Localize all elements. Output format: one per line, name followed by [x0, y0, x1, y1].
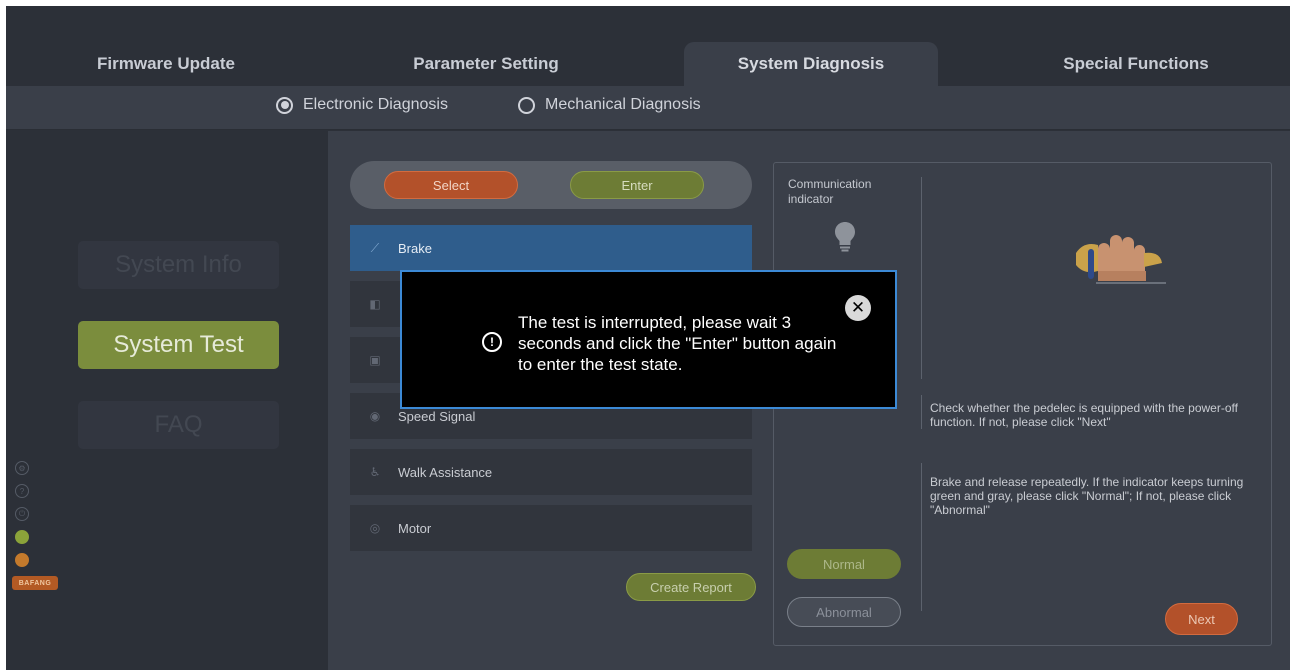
divider: [921, 463, 922, 611]
light-icon: ◧: [369, 297, 381, 311]
indicator-bulb-icon: [835, 222, 855, 252]
motor-icon: ◎: [369, 521, 381, 535]
instruction-power-off: Check whether the pedelec is equipped wi…: [930, 401, 1238, 429]
hand-brake-icon: [1076, 235, 1166, 284]
create-report-button[interactable]: Create Report: [626, 573, 756, 601]
brake-icon: ⟋: [370, 240, 380, 255]
test-item-label: Walk Assistance: [398, 464, 493, 480]
diagnosis-mode-bar: Electronic Diagnosis Mechanical Diagnosi…: [6, 86, 1290, 130]
app-window: Firmware Update Parameter Setting System…: [6, 6, 1290, 670]
info-icon: !: [482, 332, 502, 352]
display-icon: ▣: [369, 353, 381, 367]
test-item-label: Motor: [398, 520, 432, 536]
instruction-brake-release: Brake and release repeatedly. If the ind…: [930, 475, 1244, 517]
select-button[interactable]: Select: [384, 171, 518, 199]
dialog-message: The test is interrupted, please wait 3 s…: [518, 313, 837, 374]
close-icon[interactable]: ✕: [845, 295, 871, 321]
device-icon[interactable]: [15, 553, 29, 567]
tab-bar: Firmware Update Parameter Setting System…: [6, 6, 1290, 86]
divider: [921, 177, 922, 379]
nav-system-info[interactable]: System Info: [78, 241, 279, 289]
test-item-label: Speed Signal: [398, 408, 476, 424]
interrupt-dialog: ! The test is interrupted, please wait 3…: [400, 270, 897, 409]
radio-mechanical-diagnosis[interactable]: Mechanical Diagnosis: [518, 96, 701, 114]
communication-indicator-label: Communication indicator: [788, 177, 872, 206]
nav-faq[interactable]: FAQ: [78, 401, 279, 449]
power-icon[interactable]: ⏻: [15, 507, 29, 521]
radio-electronic-diagnosis[interactable]: Electronic Diagnosis: [276, 96, 448, 114]
left-nav: System Info System Test FAQ ⚙ ? ⏻ BAFANG: [6, 131, 328, 670]
abnormal-button[interactable]: Abnormal: [787, 597, 901, 627]
radio-selected-icon: [276, 96, 293, 114]
test-item-label: Brake: [398, 240, 432, 256]
next-button[interactable]: Next: [1165, 603, 1238, 635]
speed-signal-icon: ◉: [369, 409, 381, 423]
settings-icon[interactable]: ⚙: [15, 461, 29, 475]
test-item-brake[interactable]: ⟋ Brake: [350, 225, 752, 271]
radio-label: Electronic Diagnosis: [303, 96, 448, 113]
test-toolbar: Select Enter: [350, 161, 752, 209]
help-icon[interactable]: ?: [15, 484, 29, 498]
user-icon[interactable]: [15, 530, 29, 544]
tab-special-functions[interactable]: Special Functions: [1016, 42, 1256, 86]
tab-system-diagnosis[interactable]: System Diagnosis: [684, 42, 938, 86]
radio-unselected-icon: [518, 96, 535, 114]
brand-logo: BAFANG: [12, 576, 58, 590]
tab-parameter-setting[interactable]: Parameter Setting: [366, 42, 606, 86]
walk-assist-icon: ♿: [369, 465, 381, 479]
radio-label: Mechanical Diagnosis: [545, 96, 701, 113]
normal-button[interactable]: Normal: [787, 549, 901, 579]
divider: [921, 395, 922, 429]
test-item-walk-assistance[interactable]: ♿ Walk Assistance: [350, 449, 752, 495]
tab-firmware-update[interactable]: Firmware Update: [46, 42, 286, 86]
nav-system-test[interactable]: System Test: [78, 321, 279, 369]
side-icon-column: ⚙ ? ⏻ BAFANG: [12, 461, 58, 590]
enter-button[interactable]: Enter: [570, 171, 704, 199]
test-item-motor[interactable]: ◎ Motor: [350, 505, 752, 551]
